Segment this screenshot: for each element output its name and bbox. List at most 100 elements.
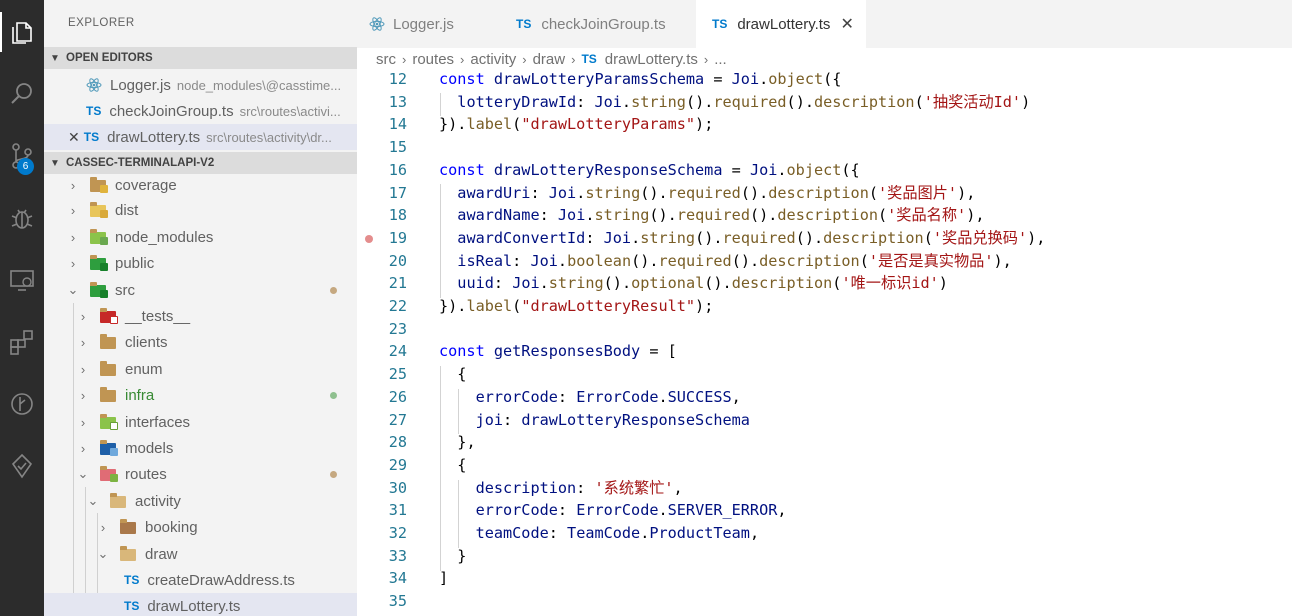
tab-draw-lottery[interactable]: TS drawLottery.ts ✕ bbox=[696, 0, 866, 48]
breadcrumb-routes[interactable]: routes bbox=[412, 51, 454, 68]
close-icon[interactable]: ✕ bbox=[840, 14, 853, 34]
tree-folder-routes[interactable]: ⌄ routes bbox=[44, 461, 357, 487]
tab-logger[interactable]: Logger.js bbox=[357, 0, 500, 48]
editor-tabs: Logger.js TS checkJoinGroup.ts TS drawLo… bbox=[357, 0, 1292, 48]
tree-folder-coverage[interactable]: › coverage bbox=[44, 172, 357, 198]
scm-badge: 6 bbox=[17, 158, 34, 175]
chevron-right-icon: › bbox=[80, 334, 86, 350]
git-graph-icon[interactable] bbox=[0, 380, 44, 428]
breadcrumb-draw[interactable]: draw bbox=[533, 51, 566, 68]
code-line: 20 isReal: Joi.boolean().required().desc… bbox=[357, 250, 1292, 273]
tree-label: node_modules bbox=[115, 228, 214, 246]
open-editor-item[interactable]: TS checkJoinGroup.ts src\routes\activi..… bbox=[44, 98, 357, 124]
extensions-icon[interactable] bbox=[0, 318, 44, 366]
chevron-right-icon: › bbox=[80, 440, 86, 456]
typescript-icon: TS bbox=[516, 17, 532, 31]
debug-icon[interactable] bbox=[0, 194, 44, 242]
code-line: 33 } bbox=[357, 545, 1292, 568]
tree-label: activity bbox=[135, 492, 181, 510]
breadcrumb-symbol[interactable]: ... bbox=[714, 51, 727, 68]
files-icon[interactable] bbox=[0, 8, 44, 56]
line-number: 16 bbox=[388, 160, 407, 179]
tree-folder-models[interactable]: › models bbox=[44, 435, 357, 461]
typescript-icon: TS bbox=[124, 599, 140, 613]
open-editors-header[interactable]: ▼ OPEN EDITORS bbox=[44, 47, 357, 69]
models-folder-icon bbox=[100, 440, 118, 456]
tree-folder-draw[interactable]: ⌄ draw bbox=[44, 541, 357, 567]
folder-icon bbox=[100, 361, 118, 377]
close-icon[interactable]: ✕ bbox=[68, 129, 80, 146]
tree-folder-public[interactable]: › public bbox=[44, 250, 357, 276]
code-line: 28 }, bbox=[357, 431, 1292, 454]
tree-folder-tests[interactable]: › __tests__ bbox=[44, 303, 357, 329]
tree-label: public bbox=[115, 254, 155, 272]
project-header[interactable]: ▼ CASSEC-TERMINALAPI-V2 bbox=[44, 152, 357, 174]
open-editor-name: checkJoinGroup.ts bbox=[109, 102, 234, 120]
code-line: 22}).label("drawLotteryResult"); bbox=[357, 295, 1292, 318]
tree-folder-infra[interactable]: › infra bbox=[44, 382, 357, 408]
chevron-right-icon: › bbox=[80, 387, 86, 403]
public-folder-icon bbox=[90, 255, 108, 271]
tree-folder-booking[interactable]: › booking bbox=[44, 514, 357, 540]
tree-folder-clients[interactable]: › clients bbox=[44, 329, 357, 355]
tree-label: enum bbox=[125, 360, 163, 378]
line-number: 17 bbox=[388, 183, 407, 202]
breadcrumb-file[interactable]: drawLottery.ts bbox=[605, 51, 698, 68]
search-icon[interactable] bbox=[0, 70, 44, 118]
project-title: CASSEC-TERMINALAPI-V2 bbox=[66, 157, 215, 169]
tree-file-draw-lottery[interactable]: TS drawLottery.ts bbox=[44, 593, 357, 616]
remote-explorer-icon[interactable] bbox=[0, 256, 44, 304]
folder-icon bbox=[100, 387, 118, 403]
tab-label: checkJoinGroup.ts bbox=[541, 15, 666, 33]
breadcrumb: src › routes › activity › draw › TS drawLott… bbox=[357, 48, 1292, 70]
activity-bar: 6 bbox=[0, 0, 44, 616]
tree-label: __tests__ bbox=[125, 307, 191, 325]
tests-folder-icon bbox=[100, 308, 118, 324]
code-line: 23 bbox=[357, 318, 1292, 341]
folder-icon bbox=[120, 519, 138, 535]
open-editor-item-active[interactable]: ✕ TS drawLottery.ts src\routes\activity\… bbox=[44, 124, 357, 150]
line-number: 30 bbox=[388, 478, 407, 497]
tree-folder-enum[interactable]: › enum bbox=[44, 356, 357, 382]
tree-folder-dist[interactable]: › dist bbox=[44, 197, 357, 223]
typescript-icon: TS bbox=[124, 573, 140, 587]
tree-file-create-draw-address[interactable]: TS createDrawAddress.ts bbox=[44, 567, 357, 593]
react-icon bbox=[369, 17, 385, 31]
breadcrumb-activity[interactable]: activity bbox=[470, 51, 516, 68]
code-line: 34] bbox=[357, 567, 1292, 590]
line-number: 27 bbox=[388, 410, 407, 429]
test-icon[interactable] bbox=[0, 442, 44, 490]
react-icon bbox=[86, 78, 102, 92]
code-line: 35 bbox=[357, 590, 1292, 613]
untracked-dot bbox=[330, 392, 337, 399]
typescript-icon: TS bbox=[581, 52, 597, 66]
code-line: 25 { bbox=[357, 363, 1292, 386]
line-number: 33 bbox=[388, 546, 407, 565]
sidebar-title: EXPLORER bbox=[68, 17, 135, 29]
chevron-right-icon: › bbox=[402, 51, 407, 67]
tree-folder-activity[interactable]: ⌄ activity bbox=[44, 488, 357, 514]
breadcrumb-src[interactable]: src bbox=[376, 51, 396, 68]
chevron-right-icon: › bbox=[571, 51, 576, 67]
chevron-right-icon: › bbox=[70, 202, 76, 218]
tree-label: infra bbox=[125, 386, 155, 404]
line-number: 26 bbox=[388, 387, 407, 406]
tree-label: draw bbox=[145, 545, 178, 563]
chevron-right-icon: › bbox=[70, 255, 76, 271]
tab-check-join-group[interactable]: TS checkJoinGroup.ts bbox=[500, 0, 696, 48]
modified-dot bbox=[330, 471, 337, 478]
open-editor-item[interactable]: Logger.js node_modules\@casstime... bbox=[44, 72, 357, 98]
tree-folder-interfaces[interactable]: › interfaces bbox=[44, 409, 357, 435]
line-number: 23 bbox=[388, 319, 407, 338]
tree-label: dist bbox=[115, 201, 139, 219]
tab-label: Logger.js bbox=[393, 15, 454, 33]
tree-folder-src[interactable]: ⌄ src bbox=[44, 277, 357, 303]
typescript-icon: TS bbox=[83, 130, 100, 144]
line-number: 13 bbox=[388, 92, 407, 111]
tree-label: drawLottery.ts bbox=[147, 597, 241, 615]
line-number: 35 bbox=[388, 592, 407, 611]
code-line: 15 bbox=[357, 136, 1292, 159]
code-editor[interactable]: 12 const drawLotteryParamsSchema = Joi.ob… bbox=[357, 70, 1292, 616]
tree-folder-node-modules[interactable]: › node_modules bbox=[44, 224, 357, 250]
folder-open-icon bbox=[110, 493, 128, 509]
